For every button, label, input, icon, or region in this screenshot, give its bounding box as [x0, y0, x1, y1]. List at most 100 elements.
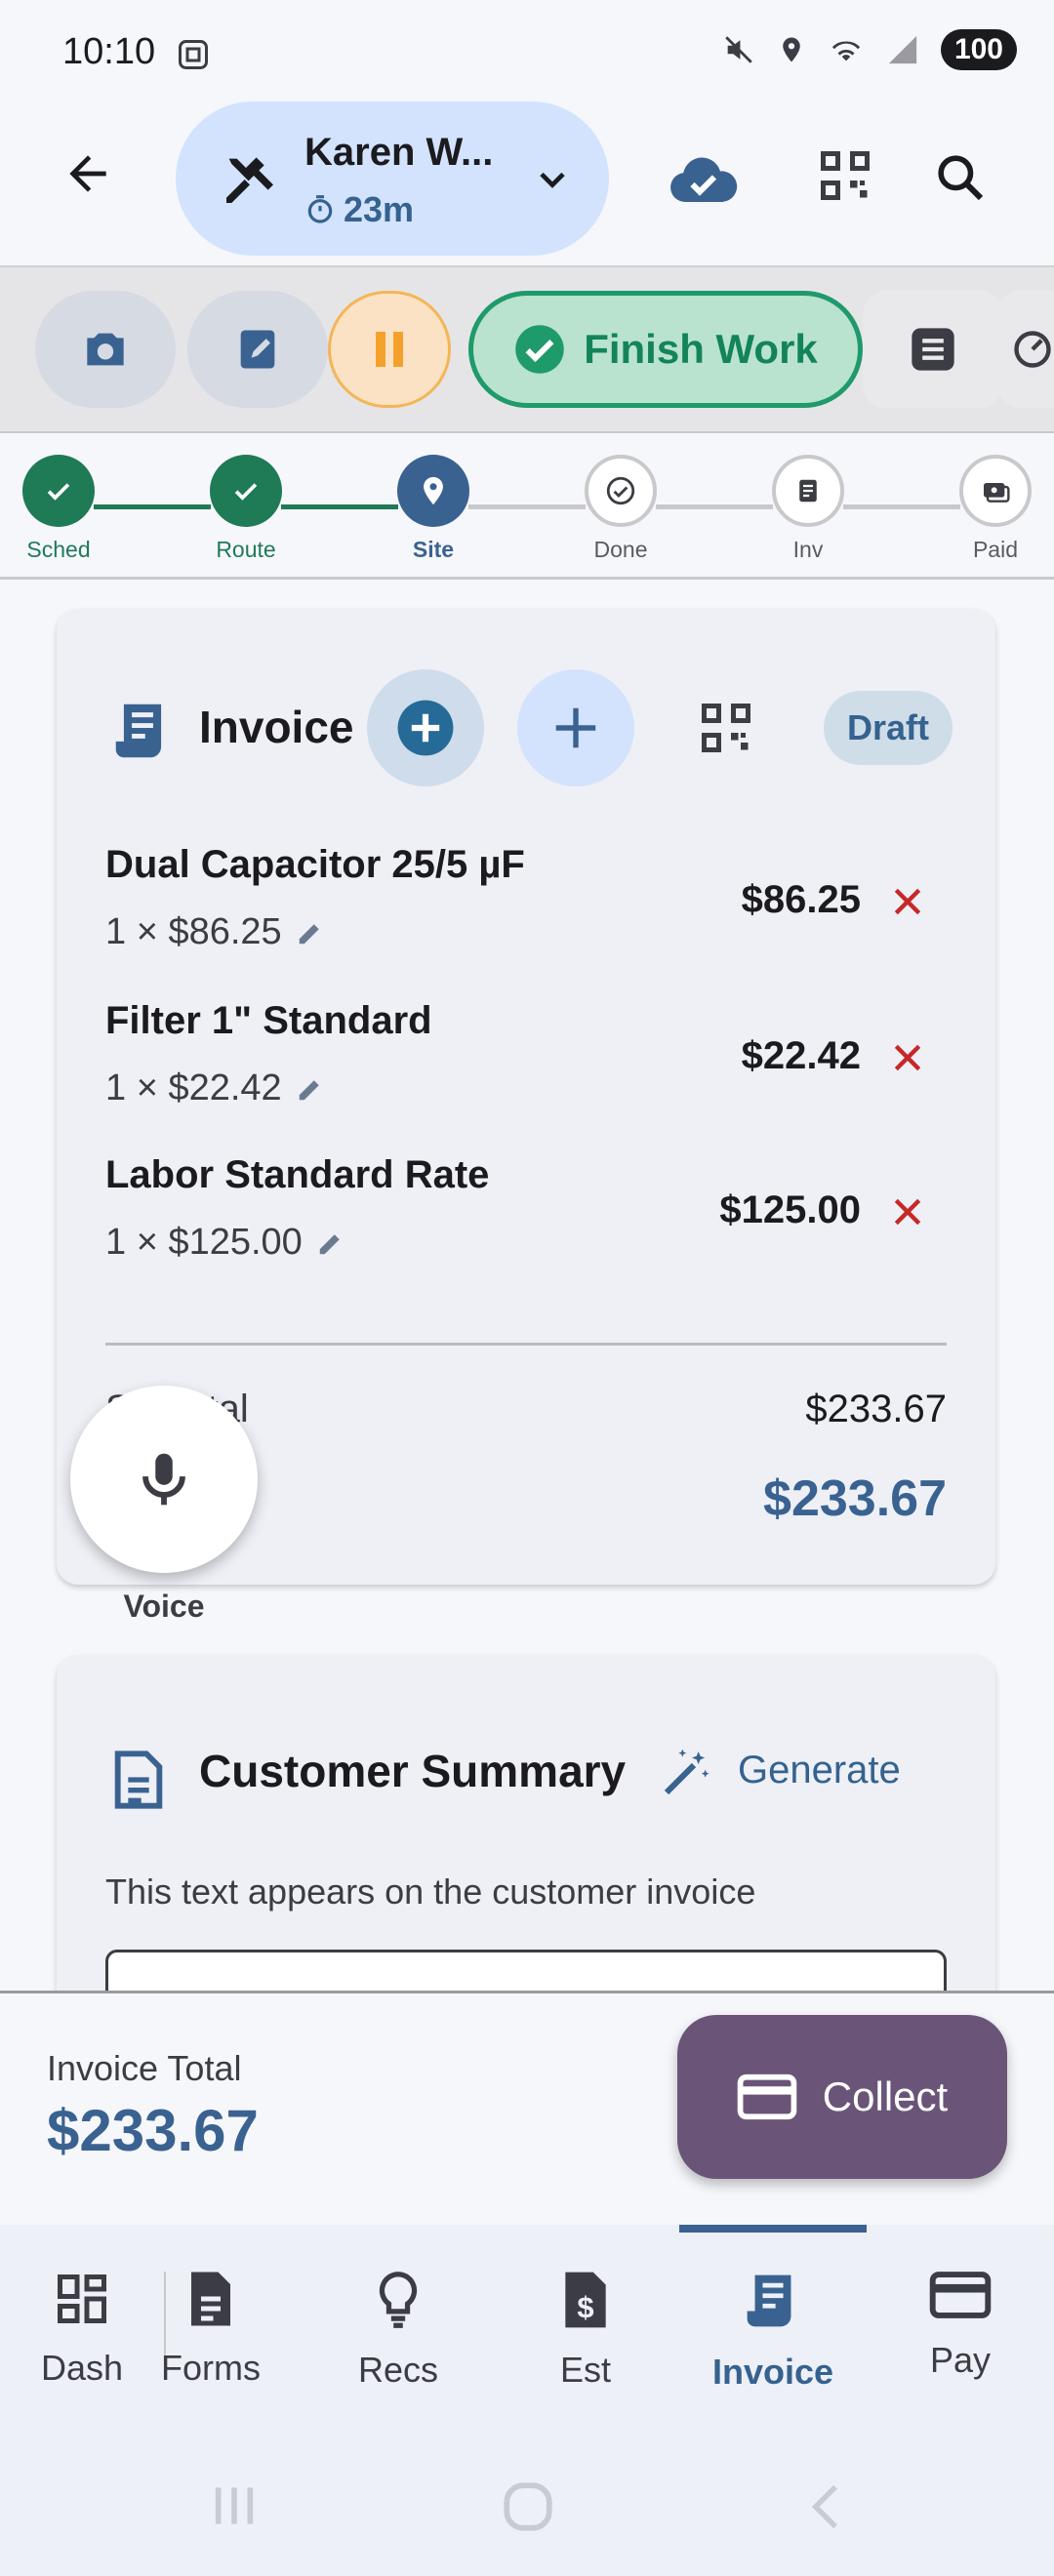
- nav-item-forms[interactable]: Forms: [123, 2270, 299, 2389]
- bottom-navigation: Dash Forms Recs $ Est Invoice Pay: [0, 2225, 1054, 2430]
- invoice-total-amount: $233.67: [47, 2098, 259, 2163]
- step-sched[interactable]: Sched: [0, 455, 117, 563]
- qr-code-icon[interactable]: [697, 699, 755, 757]
- notes-button[interactable]: [187, 291, 328, 408]
- voice-button[interactable]: [70, 1386, 258, 1573]
- step-label: Route: [216, 537, 276, 562]
- list-icon: [908, 324, 958, 375]
- gauge-icon: [1011, 328, 1054, 371]
- line-item-qty[interactable]: 1 × $22.42: [105, 1067, 325, 1109]
- back-icon[interactable]: [800, 2478, 853, 2535]
- step-label: Done: [593, 537, 648, 562]
- plus-icon: [549, 702, 602, 754]
- cloud-synced-icon[interactable]: [668, 152, 738, 211]
- pencil-icon[interactable]: [296, 1074, 325, 1104]
- action-strip: Finish Work: [0, 265, 1054, 433]
- job-timer: 23m: [304, 189, 414, 230]
- add-circle-icon: [395, 698, 456, 758]
- step-label: Paid: [972, 537, 1019, 562]
- svg-text:$: $: [577, 2290, 593, 2324]
- generate-button[interactable]: Generate: [738, 1749, 901, 1792]
- line-item-name: Labor Standard Rate: [105, 1153, 490, 1196]
- line-item-name: Dual Capacitor 25/5 µF: [105, 843, 525, 886]
- line-item-qty-text: 1 × $86.25: [105, 911, 282, 952]
- step-label: Sched: [26, 537, 91, 562]
- invoice-total-label: Invoice Total: [47, 2048, 242, 2088]
- tools-icon: [219, 148, 281, 211]
- invoice-receipt-icon: [113, 699, 172, 763]
- checklist-button[interactable]: [863, 291, 1003, 408]
- finish-work-label: Finish Work: [584, 326, 818, 372]
- battery-indicator: 100: [940, 29, 1017, 70]
- line-item-qty[interactable]: 1 × $125.00: [105, 1222, 345, 1264]
- search-icon[interactable]: [933, 150, 988, 205]
- job-progress-stepper: Sched Route Site Done Inv Paid: [0, 433, 1054, 580]
- signal-icon: [886, 33, 919, 66]
- subtotal-amount: $233.67: [805, 1388, 947, 1430]
- nav-item-est[interactable]: $ Est: [498, 2270, 673, 2391]
- step-label: Site: [412, 537, 455, 562]
- edit-note-icon: [232, 324, 283, 375]
- check-icon: [22, 455, 95, 527]
- finish-work-button[interactable]: Finish Work: [468, 291, 863, 408]
- divider: [105, 1343, 947, 1346]
- home-icon[interactable]: [500, 2478, 556, 2535]
- receipt-icon: [772, 455, 844, 527]
- status-bar: 10:10 100: [0, 0, 1054, 107]
- remove-item-icon[interactable]: [888, 882, 927, 921]
- camera-button[interactable]: [35, 291, 176, 408]
- line-item-amount: $22.42: [741, 1034, 861, 1077]
- invoice-icon: [685, 2270, 861, 2332]
- nav-item-pay[interactable]: Pay: [872, 2270, 1048, 2381]
- more-actions-button[interactable]: [997, 291, 1054, 408]
- pause-icon: [370, 328, 409, 371]
- elapsed-time: 23m: [344, 189, 415, 229]
- nav-item-recs[interactable]: Recs: [310, 2270, 486, 2391]
- remove-item-icon[interactable]: [888, 1038, 927, 1077]
- collect-label: Collect: [822, 2073, 949, 2119]
- invoice-total-bar: Invoice Total $233.67 Collect: [0, 1991, 1054, 2225]
- document-icon: [111, 1749, 166, 1811]
- nav-item-invoice[interactable]: Invoice: [685, 2270, 861, 2393]
- chevron-down-icon: [531, 158, 574, 201]
- payments-icon: [959, 455, 1032, 527]
- pencil-icon[interactable]: [316, 1228, 345, 1258]
- add-item-button[interactable]: [367, 669, 484, 786]
- microphone-icon: [130, 1445, 198, 1513]
- nav-label: Pay: [929, 2340, 992, 2380]
- step-done[interactable]: Done: [562, 455, 679, 563]
- status-badge: Draft: [824, 691, 953, 765]
- qr-scan-icon[interactable]: [816, 146, 874, 205]
- step-inv[interactable]: Inv: [750, 455, 867, 563]
- form-icon: [123, 2270, 299, 2328]
- recents-icon[interactable]: [207, 2478, 262, 2533]
- line-item-name: Filter 1" Standard: [105, 999, 432, 1042]
- add-custom-item-button[interactable]: [517, 669, 634, 786]
- check-circle-outline-icon: [585, 455, 657, 527]
- credit-card-icon: [737, 2073, 797, 2121]
- total-amount: $233.67: [763, 1470, 947, 1527]
- location-icon: [777, 33, 806, 66]
- step-paid[interactable]: Paid: [937, 455, 1054, 563]
- step-route[interactable]: Route: [187, 455, 304, 563]
- pause-button[interactable]: [328, 291, 451, 408]
- lightbulb-icon: [310, 2270, 486, 2330]
- magic-wand-icon[interactable]: [660, 1745, 714, 1799]
- back-arrow-icon[interactable]: [61, 146, 115, 201]
- estimate-icon: $: [498, 2270, 673, 2330]
- remove-item-icon[interactable]: [888, 1192, 927, 1231]
- app-bar: Karen W... 23m: [0, 98, 1054, 265]
- line-item-amount: $125.00: [719, 1188, 861, 1231]
- pencil-icon[interactable]: [296, 918, 325, 947]
- step-site[interactable]: Site: [375, 455, 492, 563]
- job-selector-chip[interactable]: Karen W... 23m: [176, 101, 609, 256]
- line-item-qty[interactable]: 1 × $86.25: [105, 911, 325, 953]
- screenshot-icon: [176, 37, 211, 72]
- summary-hint: This text appears on the customer invoic…: [105, 1872, 756, 1912]
- camera-icon: [78, 322, 133, 377]
- customer-name: Karen W...: [304, 131, 494, 174]
- system-navigation-bar: [0, 2430, 1054, 2576]
- stopwatch-icon: [304, 194, 336, 225]
- active-tab-indicator: [679, 2225, 867, 2233]
- collect-button[interactable]: Collect: [677, 2015, 1007, 2179]
